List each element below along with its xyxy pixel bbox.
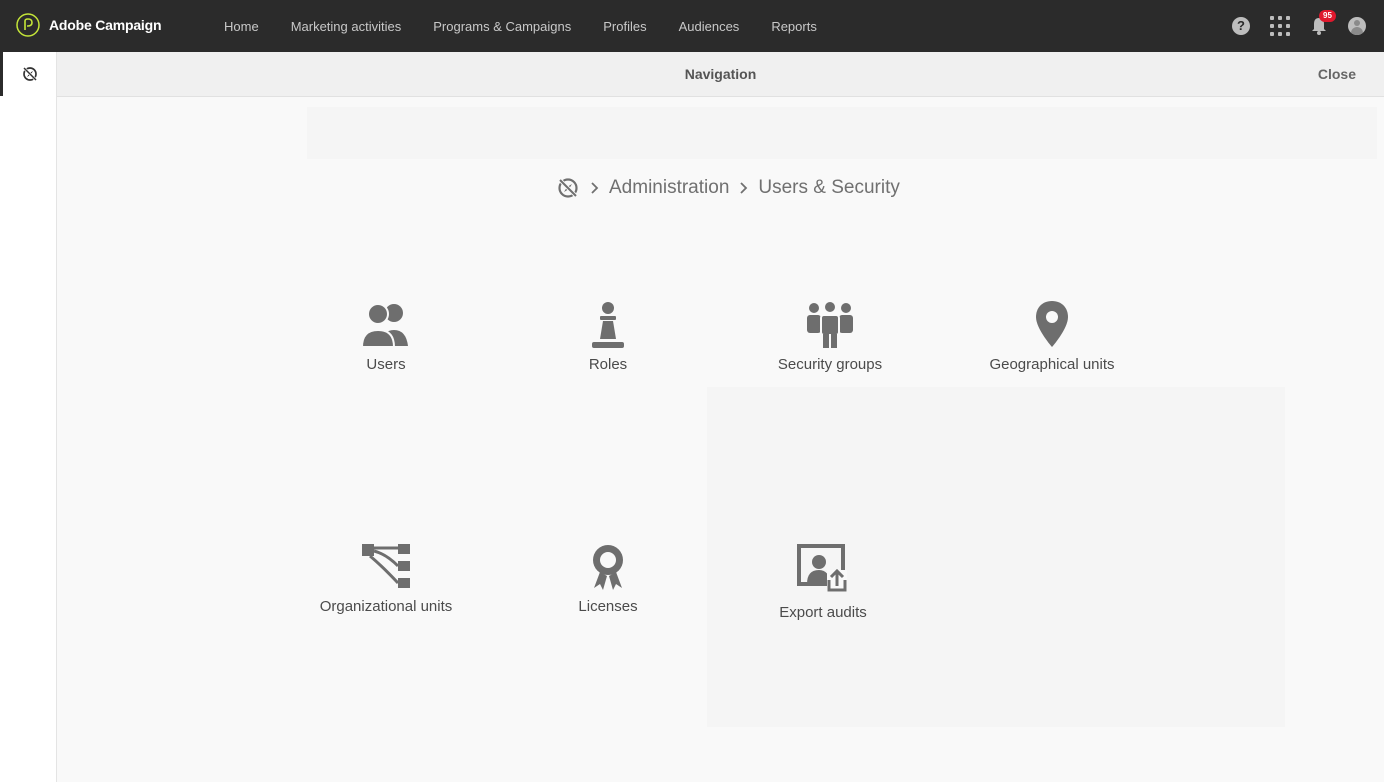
brand[interactable]: Adobe Campaign <box>16 13 162 37</box>
tile-label: Organizational units <box>319 598 453 615</box>
nav-reports[interactable]: Reports <box>771 19 817 34</box>
breadcrumb-administration[interactable]: Administration <box>609 177 729 199</box>
app-name: Adobe Campaign <box>49 17 162 33</box>
left-rail <box>0 52 57 782</box>
tile-security-groups[interactable]: Security groups <box>740 300 920 373</box>
breadcrumb-users-security: Users & Security <box>758 177 900 198</box>
tile-licenses[interactable]: Licenses <box>518 542 698 615</box>
users-icon <box>360 303 408 348</box>
nav-programs-campaigns[interactable]: Programs & Campaigns <box>433 19 571 34</box>
top-bar: Adobe Campaign Home Marketing activities… <box>0 0 1384 52</box>
tile-label: Geographical units <box>989 356 1115 373</box>
chevron-right-icon <box>591 182 599 194</box>
notifications-button[interactable]: 95 <box>1310 10 1336 36</box>
tile-label: Security groups <box>777 356 883 373</box>
panel-title: Navigation <box>684 66 757 82</box>
chevron-right-icon <box>740 182 748 194</box>
breadcrumb: Administration Users & Security <box>556 176 900 200</box>
tile-label: Users <box>366 356 406 373</box>
tile-roles[interactable]: Roles <box>518 300 698 373</box>
tile-geographical-units[interactable]: Geographical units <box>962 300 1142 373</box>
nav-home[interactable]: Home <box>224 19 259 34</box>
notification-count-badge: 95 <box>1319 10 1336 22</box>
nav-audiences[interactable]: Audiences <box>679 19 740 34</box>
map-pin-icon <box>1036 301 1068 347</box>
navigation-toggle-button[interactable] <box>0 52 56 96</box>
user-avatar-icon[interactable] <box>1348 17 1366 35</box>
adobe-campaign-logo-icon <box>16 13 40 37</box>
compass-off-icon[interactable] <box>556 176 580 200</box>
export-audit-icon <box>797 544 847 592</box>
tile-users[interactable]: Users <box>296 300 476 373</box>
tile-export-audits[interactable]: Export audits <box>733 544 913 621</box>
close-button[interactable]: Close <box>1318 66 1356 82</box>
compass-off-icon <box>21 66 38 82</box>
background-ghost-bar <box>307 107 1377 159</box>
top-navigation: Home Marketing activities Programs & Cam… <box>224 0 849 52</box>
tile-label: Roles <box>588 356 628 373</box>
group-icon <box>807 300 853 348</box>
apps-grid-icon[interactable] <box>1270 16 1290 36</box>
pawn-icon <box>592 302 624 348</box>
tile-label: Licenses <box>578 598 638 615</box>
tile-organizational-units[interactable]: Organizational units <box>296 542 476 615</box>
tile-label: Export audits <box>779 604 867 621</box>
nav-marketing-activities[interactable]: Marketing activities <box>291 19 402 34</box>
nav-profiles[interactable]: Profiles <box>603 19 646 34</box>
help-icon[interactable]: ? <box>1232 17 1250 35</box>
org-tree-icon <box>362 544 410 588</box>
header-icons: ? 95 <box>1232 0 1366 52</box>
navigation-panel-header: Navigation Close <box>57 52 1384 97</box>
badge-icon <box>593 545 623 590</box>
